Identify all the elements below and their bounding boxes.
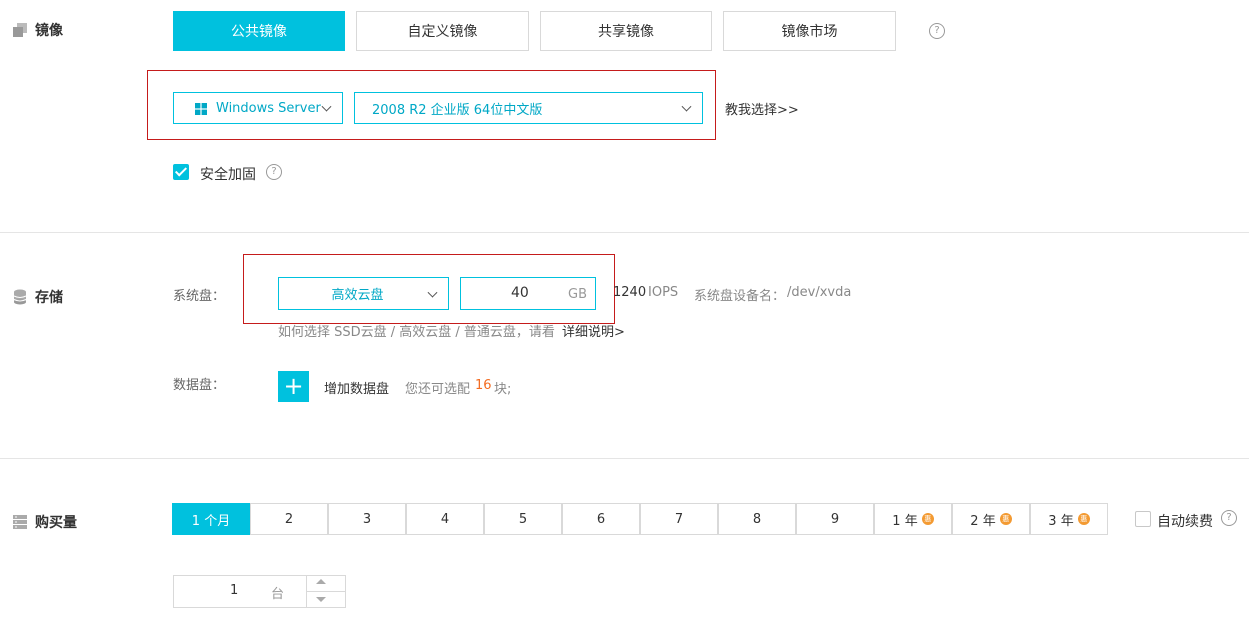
security-help-icon[interactable]: ? bbox=[266, 164, 282, 180]
tab-image-market[interactable]: 镜像市场 bbox=[723, 11, 896, 51]
disk-type-select[interactable]: 高效云盘 bbox=[278, 277, 449, 310]
duration-label: 5 bbox=[518, 511, 528, 527]
database-icon bbox=[13, 289, 27, 305]
quantity-stepper[interactable]: 1 台 bbox=[173, 575, 346, 608]
disk-type-value: 高效云盘 bbox=[331, 288, 384, 303]
duration-label: 3 bbox=[362, 511, 372, 527]
decrement-arrow-icon[interactable] bbox=[316, 597, 326, 602]
server-list-icon bbox=[13, 515, 27, 529]
iops-unit: IOPS bbox=[648, 285, 679, 300]
duration-3-years[interactable]: 3 年惠 bbox=[1030, 503, 1108, 535]
duration-label: 3 年 bbox=[1048, 513, 1074, 529]
duration-4-months[interactable]: 4 bbox=[406, 503, 484, 535]
discount-coin-icon: 惠 bbox=[999, 513, 1012, 525]
security-hardening-label: 安全加固 bbox=[200, 167, 256, 183]
duration-label: 7 bbox=[674, 511, 684, 527]
add-data-disk-button[interactable]: + bbox=[278, 371, 309, 402]
disk-type-detail-link[interactable]: 详细说明> bbox=[562, 321, 625, 340]
remaining-suffix: 块; bbox=[494, 382, 512, 397]
duration-1-year[interactable]: 1 年惠 bbox=[874, 503, 952, 535]
windows-logo-icon bbox=[195, 103, 207, 115]
disk-size-value: 40 bbox=[511, 285, 529, 301]
discount-coin-icon: 惠 bbox=[1077, 513, 1090, 525]
duration-label: 9 bbox=[830, 511, 840, 527]
section-title-purchase-label: 购买量 bbox=[35, 515, 77, 531]
section-title-storage-label: 存储 bbox=[35, 290, 63, 306]
version-select[interactable]: 2008 R2 企业版 64位中文版 bbox=[354, 92, 703, 124]
duration-label: 4 bbox=[440, 511, 450, 527]
auto-renew-checkbox[interactable] bbox=[1135, 511, 1151, 527]
teach-me-choose-link[interactable]: 教我选择>> bbox=[725, 99, 799, 118]
duration-5-months[interactable]: 5 bbox=[484, 503, 562, 535]
discount-coin-icon: 惠 bbox=[921, 513, 934, 525]
device-name-value: /dev/xvda bbox=[787, 285, 852, 300]
duration-label: 6 bbox=[596, 511, 606, 527]
duration-label: 2 bbox=[284, 511, 294, 527]
section-divider bbox=[0, 232, 1249, 233]
section-title-storage: 存储 bbox=[13, 287, 63, 307]
section-divider bbox=[0, 458, 1249, 459]
section-title-image-label: 镜像 bbox=[35, 23, 63, 39]
disk-size-input[interactable]: 40 GB bbox=[460, 277, 596, 310]
image-stack-icon bbox=[13, 23, 27, 37]
increment-arrow-icon[interactable] bbox=[316, 579, 326, 584]
remaining-count: 16 bbox=[475, 378, 492, 393]
security-hardening-checkbox[interactable] bbox=[173, 164, 189, 180]
version-select-value: 2008 R2 企业版 64位中文版 bbox=[372, 102, 543, 118]
tab-public-image[interactable]: 公共镜像 bbox=[173, 11, 345, 51]
chevron-down-icon bbox=[427, 287, 438, 298]
image-help-icon[interactable]: ? bbox=[929, 23, 945, 39]
duration-label: 1 个月 bbox=[191, 513, 231, 529]
system-disk-label: 系统盘： bbox=[173, 289, 226, 304]
data-disk-label: 数据盘： bbox=[173, 378, 226, 393]
disk-size-unit: GB bbox=[568, 287, 587, 302]
duration-8-months[interactable]: 8 bbox=[718, 503, 796, 535]
chevron-down-icon bbox=[321, 101, 332, 112]
duration-label: 1 年 bbox=[892, 513, 918, 529]
add-data-disk-label[interactable]: 增加数据盘 bbox=[324, 378, 389, 397]
duration-9-months[interactable]: 9 bbox=[796, 503, 874, 535]
quantity-value[interactable]: 1 bbox=[230, 583, 238, 598]
duration-label: 2 年 bbox=[970, 513, 996, 529]
tab-shared-image[interactable]: 共享镜像 bbox=[540, 11, 712, 51]
device-name-label: 系统盘设备名： bbox=[694, 289, 786, 304]
duration-7-months[interactable]: 7 bbox=[640, 503, 718, 535]
stepper-divider bbox=[307, 591, 345, 592]
chevron-down-icon bbox=[681, 101, 692, 112]
os-select[interactable]: Windows Server bbox=[173, 92, 343, 124]
section-title-image: 镜像 bbox=[13, 20, 63, 40]
auto-renew-label: 自动续费 bbox=[1157, 514, 1213, 530]
auto-renew-help-icon[interactable]: ? bbox=[1221, 510, 1237, 526]
quantity-unit: 台 bbox=[271, 587, 285, 602]
iops-value: 1240 bbox=[613, 285, 647, 300]
section-title-purchase: 购买量 bbox=[13, 512, 77, 532]
tab-custom-image[interactable]: 自定义镜像 bbox=[356, 11, 529, 51]
duration-6-months[interactable]: 6 bbox=[562, 503, 640, 535]
duration-2-months[interactable]: 2 bbox=[250, 503, 328, 535]
duration-3-months[interactable]: 3 bbox=[328, 503, 406, 535]
disk-type-hint: 如何选择 SSD云盘 / 高效云盘 / 普通云盘，请看 bbox=[278, 325, 555, 340]
duration-label: 8 bbox=[752, 511, 762, 527]
duration-2-years[interactable]: 2 年惠 bbox=[952, 503, 1030, 535]
duration-1-month[interactable]: 1 个月 bbox=[172, 503, 250, 535]
remaining-prefix: 您还可选配 bbox=[405, 382, 471, 397]
os-select-value: Windows Server bbox=[216, 100, 321, 116]
